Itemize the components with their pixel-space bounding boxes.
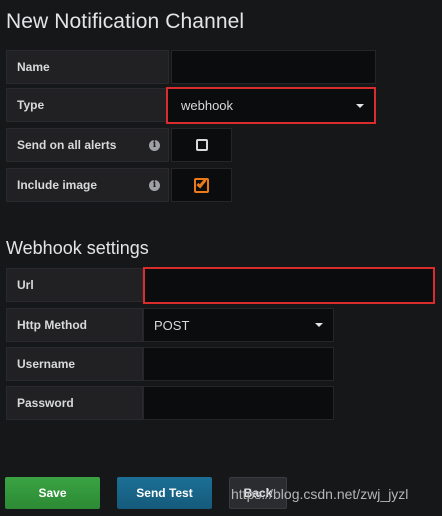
notification-channel-page: New Notification Channel Name Type webho…	[0, 0, 442, 516]
username-label-text: Username	[17, 357, 76, 371]
include-image-checkbox[interactable]	[171, 168, 232, 202]
type-select[interactable]: webhook	[166, 87, 376, 124]
http-method-value: POST	[154, 317, 190, 333]
send-on-all-alerts-label-text: Send on all alerts	[17, 138, 117, 152]
chevron-down-icon	[356, 103, 364, 108]
name-label: Name	[6, 50, 169, 84]
checkbox-unchecked-icon	[195, 139, 208, 151]
page-title: New Notification Channel	[6, 10, 245, 33]
webhook-settings-title: Webhook settings	[6, 238, 149, 258]
chevron-down-icon	[315, 323, 323, 327]
url-label: Url	[6, 268, 143, 302]
send-test-button-label: Send Test	[136, 486, 193, 500]
watermark-text: https://blog.csdn.net/zwj_jyzl	[231, 486, 409, 502]
password-label: Password	[6, 386, 143, 420]
send-on-all-alerts-checkbox[interactable]	[171, 128, 232, 162]
username-input[interactable]	[143, 347, 334, 381]
type-select-value: webhook	[181, 98, 234, 113]
username-label: Username	[6, 347, 143, 381]
checkbox-checked-icon	[194, 177, 209, 193]
url-label-text: Url	[17, 278, 34, 292]
http-method-label: Http Method	[6, 308, 143, 342]
include-image-label-text: Include image	[17, 178, 98, 192]
send-on-all-alerts-label: Send on all alerts i	[6, 128, 169, 162]
http-method-select[interactable]: POST	[143, 308, 334, 342]
name-input[interactable]	[171, 50, 376, 84]
include-image-label: Include image i	[6, 168, 169, 202]
save-button[interactable]: Save	[5, 477, 100, 509]
send-test-button[interactable]: Send Test	[117, 477, 212, 509]
password-label-text: Password	[17, 396, 74, 410]
password-input[interactable]	[143, 386, 334, 420]
type-label: Type	[6, 88, 169, 122]
type-label-text: Type	[17, 98, 45, 112]
info-icon[interactable]: i	[149, 140, 160, 151]
save-button-label: Save	[38, 486, 67, 500]
name-label-text: Name	[17, 60, 50, 74]
url-input[interactable]	[143, 267, 435, 304]
http-method-label-text: Http Method	[17, 318, 87, 332]
info-icon[interactable]: i	[149, 180, 160, 191]
